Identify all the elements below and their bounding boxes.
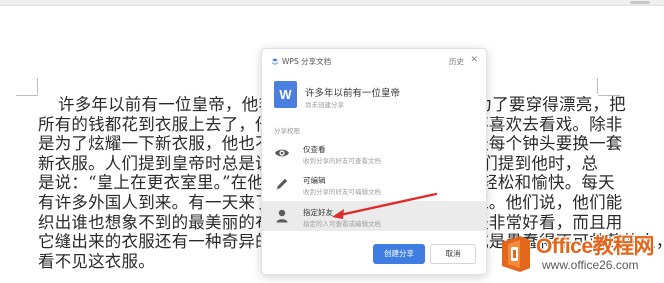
option-description: 收到分享的好友可查看文档: [303, 157, 381, 165]
wps-writer-doc-icon: W: [274, 81, 297, 108]
dialog-title: WPS 分享文档: [282, 57, 332, 66]
office-logo-icon: [502, 236, 530, 272]
create-share-button[interactable]: 创建分享: [373, 244, 425, 264]
person-icon: [276, 209, 288, 223]
share-status-text: 尚未创建分享: [305, 101, 344, 109]
crop-mark: [597, 78, 598, 94]
pencil-icon: [276, 178, 288, 190]
option-title: 可编辑: [303, 176, 326, 185]
cancel-button[interactable]: 取消: [430, 244, 476, 264]
option-specific-friends[interactable]: 指定好友 指定的人可查看或编辑文档: [262, 201, 486, 231]
option-description: 收到分享的好友可编辑文档: [303, 188, 381, 196]
watermark-url: www.office26.com: [542, 258, 639, 272]
close-icon[interactable]: ✕: [470, 56, 478, 65]
crop-mark: [37, 78, 38, 94]
shared-doc-title: 许多年以前有一位皇帝: [305, 88, 401, 99]
wps-logo-icon: [272, 58, 278, 65]
option-title: 仅查看: [303, 145, 326, 154]
watermark-brand: Office教程网: [536, 235, 655, 258]
watermark: Office教程网 www.office26.com: [496, 228, 662, 280]
ruler-bar: [0, 0, 664, 6]
history-link[interactable]: 历史: [449, 56, 464, 67]
share-dialog: WPS 分享文档 历史 ✕ W 许多年以前有一位皇帝 尚未创建分享 分享权限 仅…: [261, 48, 487, 275]
option-description: 指定的人可查看或编辑文档: [303, 220, 381, 228]
option-can-edit[interactable]: 可编辑 收到分享的好友可编辑文档: [262, 169, 486, 199]
option-title: 指定好友: [303, 208, 333, 217]
option-view-only[interactable]: 仅查看 收到分享的好友可查看文档: [262, 138, 486, 168]
crop-mark: [16, 95, 38, 96]
dialog-header: WPS 分享文档 历史 ✕: [262, 49, 486, 75]
permissions-heading: 分享权限: [274, 127, 300, 135]
eye-icon: [275, 149, 289, 157]
